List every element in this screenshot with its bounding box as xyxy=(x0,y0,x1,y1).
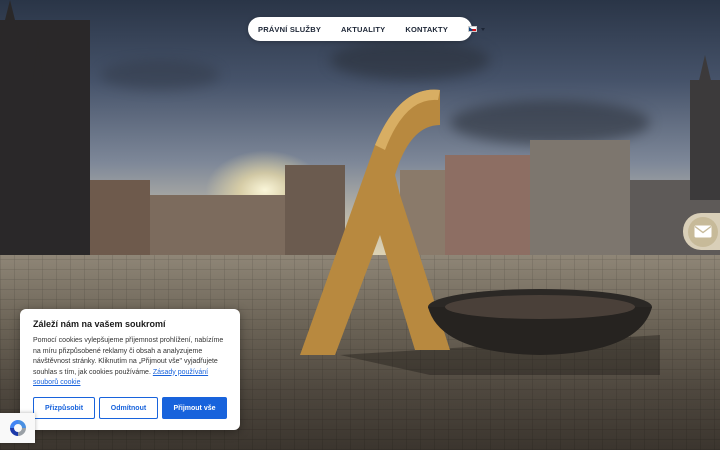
cathedral xyxy=(0,20,90,260)
czech-flag-icon xyxy=(468,26,478,32)
cookie-consent-dialog: Záleží nám na vašem soukromí Pomocí cook… xyxy=(20,309,240,430)
recaptcha-badge[interactable] xyxy=(0,413,35,443)
language-selector[interactable] xyxy=(468,26,486,32)
sculpture xyxy=(300,89,660,375)
mail-icon xyxy=(694,225,711,238)
cookie-buttons: Přizpůsobit Odmítnout Přijmout vše xyxy=(33,397,227,419)
accept-all-button[interactable]: Přijmout vše xyxy=(162,397,227,419)
mail-icon-circle xyxy=(687,216,718,247)
building xyxy=(150,195,290,260)
chevron-down-icon xyxy=(481,27,486,31)
nav-item-news[interactable]: AKTUALITY xyxy=(341,25,385,34)
cookie-description: Pomocí cookies vylepšujeme příjemnost pr… xyxy=(33,336,227,389)
main-nav: PRÁVNÍ SLUŽBY AKTUALITY KONTAKTY xyxy=(248,17,486,41)
recaptcha-icon xyxy=(9,420,26,436)
cloud xyxy=(100,60,220,90)
cloud xyxy=(330,40,490,80)
nav-item-legal-services[interactable]: PRÁVNÍ SLUŽBY xyxy=(258,25,321,34)
nav-item-contacts[interactable]: KONTAKTY xyxy=(405,25,448,34)
cookie-title: Záleží nám na vašem soukromí xyxy=(33,319,166,329)
fountain-water xyxy=(445,295,635,319)
building xyxy=(90,180,150,260)
reject-button[interactable]: Odmítnout xyxy=(99,397,158,419)
tower xyxy=(690,80,720,200)
customize-button[interactable]: Přizpůsobit xyxy=(33,397,95,419)
golden-lambda-sculpture xyxy=(300,89,450,355)
contact-mail-button[interactable] xyxy=(683,213,720,250)
